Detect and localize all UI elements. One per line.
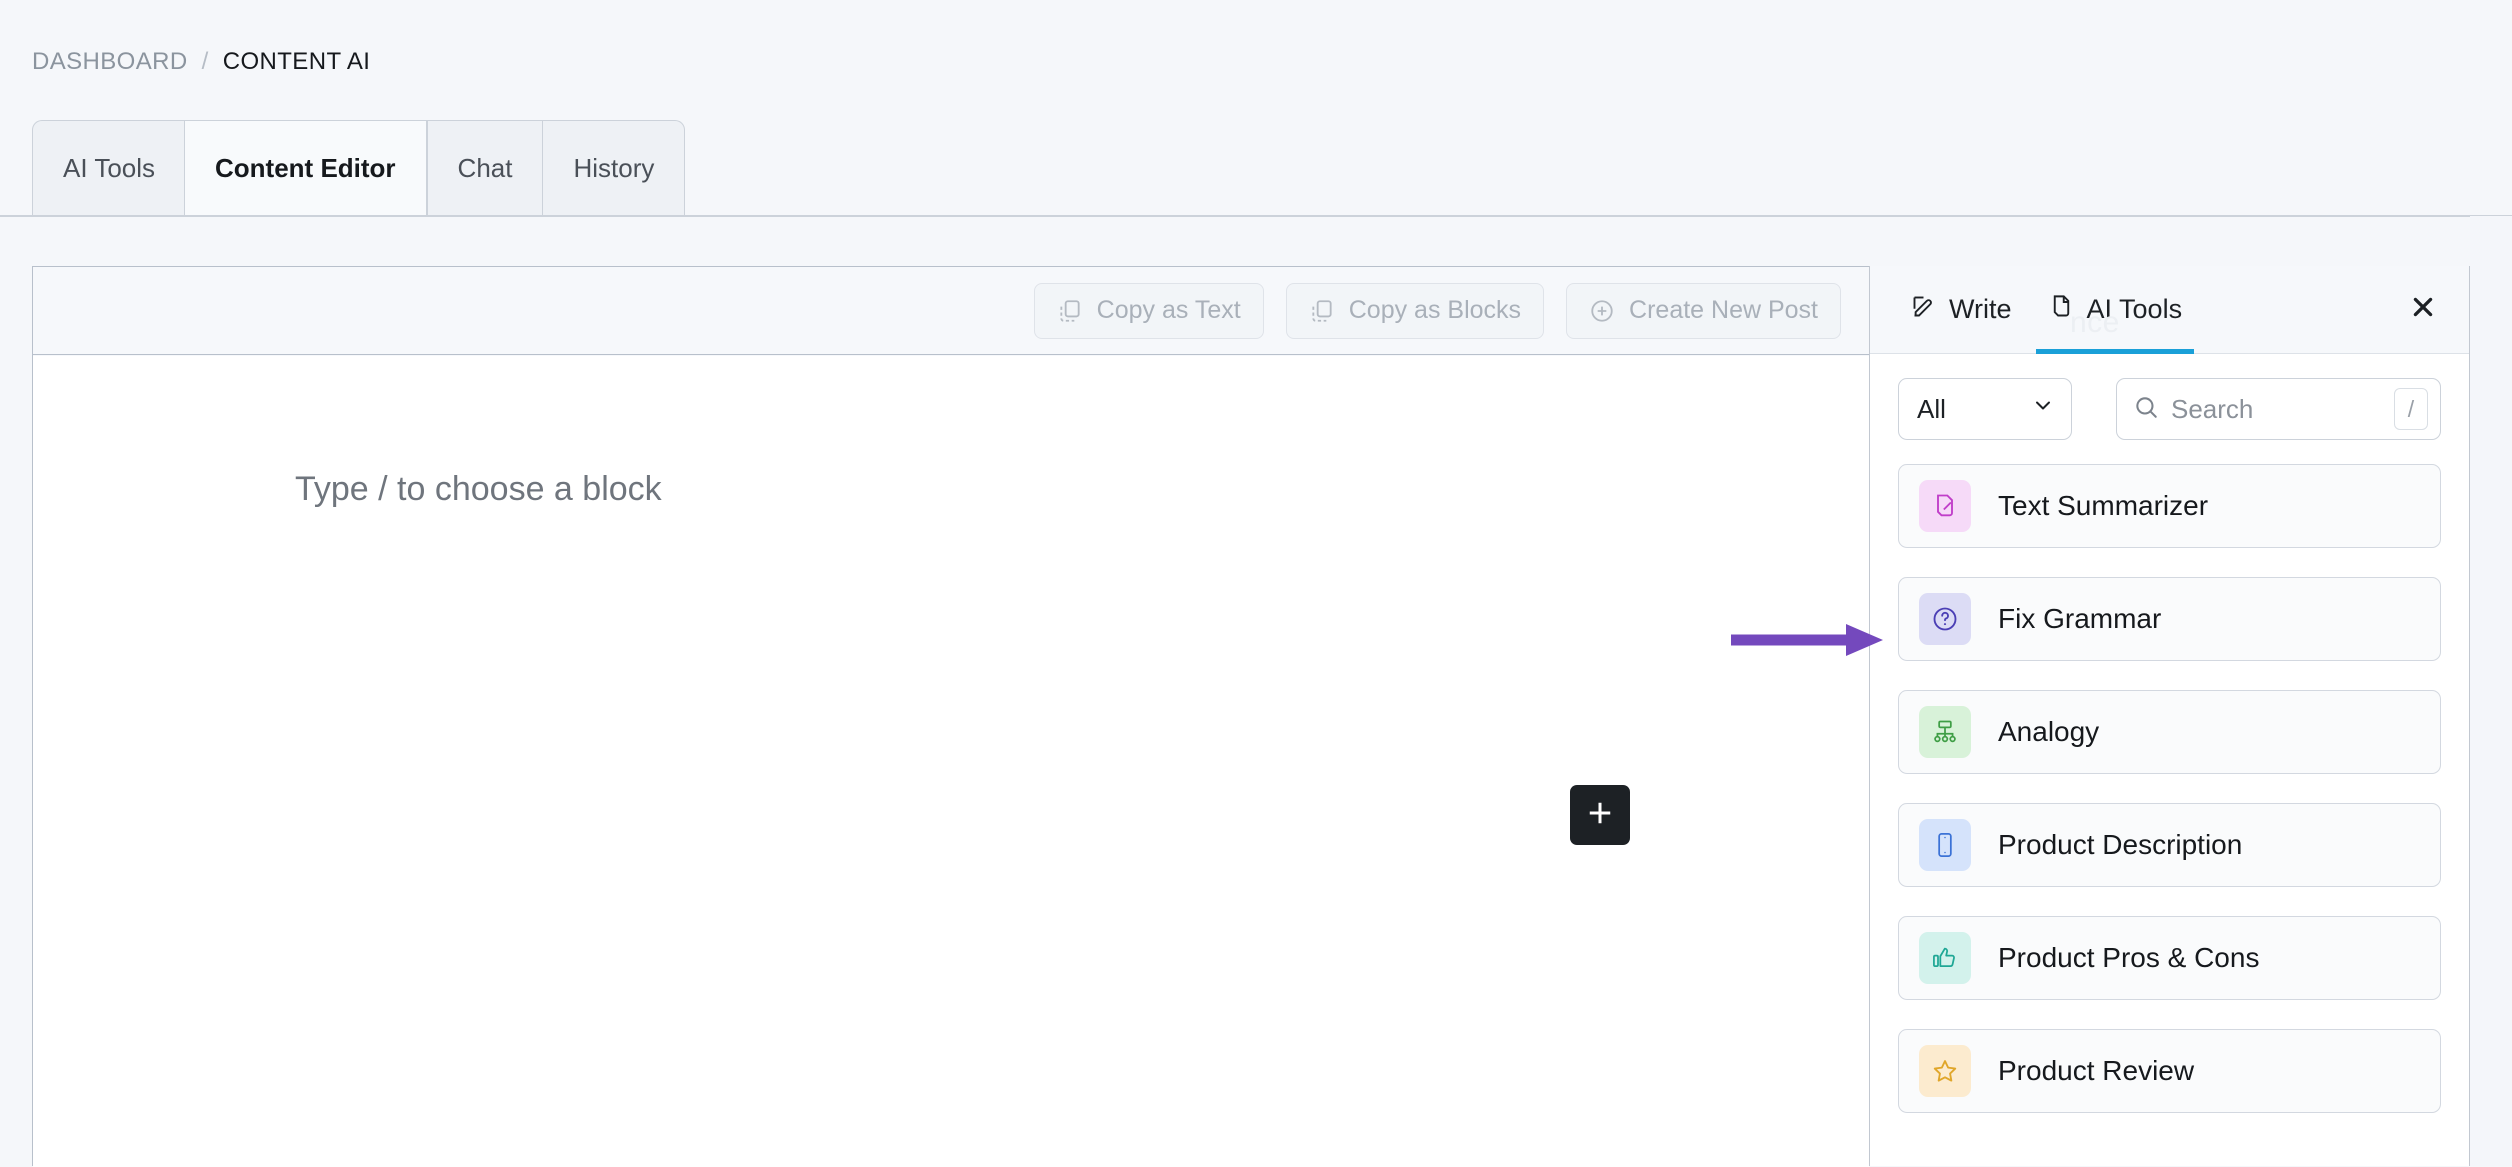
ai-tools-side-panel: Write AI Tools All nce Search / Text Sum… <box>1869 266 2470 1166</box>
category-filter-value: All <box>1917 393 1946 424</box>
plus-circle-icon <box>1589 298 1615 324</box>
editor-canvas[interactable]: Type / to choose a block <box>33 356 1869 1167</box>
tab-ai-tools[interactable]: AI Tools <box>32 120 186 216</box>
tool-item-product-review[interactable]: Product Review <box>1898 1029 2441 1113</box>
close-panel-button[interactable] <box>2403 290 2443 330</box>
category-filter-select[interactable]: All <box>1898 378 2072 440</box>
close-icon <box>2410 294 2436 325</box>
copy-icon <box>1057 298 1083 324</box>
tool-item-text-summarizer[interactable]: Text Summarizer <box>1898 464 2441 548</box>
tool-label: Product Review <box>1998 1055 2195 1086</box>
tool-label: Fix Grammar <box>1998 603 2162 634</box>
main-tabbar: AI Tools Content Editor Chat History <box>32 120 686 216</box>
create-new-post-label: Create New Post <box>1629 296 1818 324</box>
tool-item-product-pros-cons[interactable]: Product Pros & Cons <box>1898 916 2441 1000</box>
tool-item-fix-grammar[interactable]: Fix Grammar <box>1898 577 2441 661</box>
tool-label: Product Pros & Cons <box>1998 942 2260 973</box>
create-new-post-button[interactable]: Create New Post <box>1566 282 1841 339</box>
block-placeholder: Type / to choose a block <box>295 470 662 508</box>
document-pencil-icon <box>1919 480 1971 532</box>
ai-tool-list: Text Summarizer Fix Grammar Analogy Prod… <box>1870 450 2469 1113</box>
star-icon <box>1919 1045 1971 1097</box>
copy-icon <box>1309 298 1335 324</box>
content-editor-card: Copy as Text Copy as Blocks Create New P… <box>32 266 1870 1167</box>
tab-chat[interactable]: Chat <box>426 120 543 216</box>
search-input[interactable]: Search / <box>2116 378 2441 440</box>
smartphone-icon <box>1919 819 1971 871</box>
sitemap-icon <box>1919 706 1971 758</box>
copy-as-blocks-label: Copy as Blocks <box>1348 296 1522 324</box>
tool-item-product-description[interactable]: Product Description <box>1898 803 2441 887</box>
panel-controls: All nce Search / <box>1870 306 2469 450</box>
tool-label: Analogy <box>1998 716 2100 747</box>
chevron-down-icon <box>2031 394 2055 425</box>
tool-label: Text Summarizer <box>1998 490 2209 521</box>
pencil-square-icon <box>1910 293 1937 327</box>
thumbs-up-icon <box>1919 932 1971 984</box>
copy-as-text-label: Copy as Text <box>1096 296 1241 324</box>
panel-tab-write[interactable]: Write <box>1892 266 2030 354</box>
breadcrumb-parent[interactable]: DASHBOARD <box>32 48 188 76</box>
tabbar-divider <box>0 215 2512 217</box>
breadcrumb: DASHBOARD / CONTENT AI <box>32 48 370 76</box>
search-shortcut-key: / <box>2394 388 2428 430</box>
document-icon <box>2048 293 2075 327</box>
add-block-button[interactable] <box>1570 785 1630 845</box>
editor-toolbar: Copy as Text Copy as Blocks Create New P… <box>33 267 1869 355</box>
tool-item-analogy[interactable]: Analogy <box>1898 690 2441 774</box>
search-icon <box>2133 394 2159 425</box>
search-placeholder: Search <box>2171 393 2254 424</box>
copy-as-blocks-button[interactable]: Copy as Blocks <box>1285 282 1545 339</box>
breadcrumb-current: CONTENT AI <box>222 48 371 75</box>
copy-as-text-button[interactable]: Copy as Text <box>1033 282 1264 339</box>
tool-label: Product Description <box>1998 829 2243 860</box>
page-scrollbar[interactable] <box>2470 216 2512 1166</box>
plus-icon <box>1585 798 1615 833</box>
tab-content-editor[interactable]: Content Editor <box>184 120 427 216</box>
breadcrumb-separator: / <box>201 48 209 75</box>
panel-tab-write-label: Write <box>1949 294 2012 324</box>
question-circle-icon <box>1919 593 1971 645</box>
panel-tab-ai-tools-label: AI Tools <box>2086 294 2183 324</box>
side-panel-header: Write AI Tools <box>1870 266 2469 354</box>
panel-tab-ai-tools[interactable]: AI Tools <box>2030 266 2201 354</box>
tab-history[interactable]: History <box>542 120 686 216</box>
